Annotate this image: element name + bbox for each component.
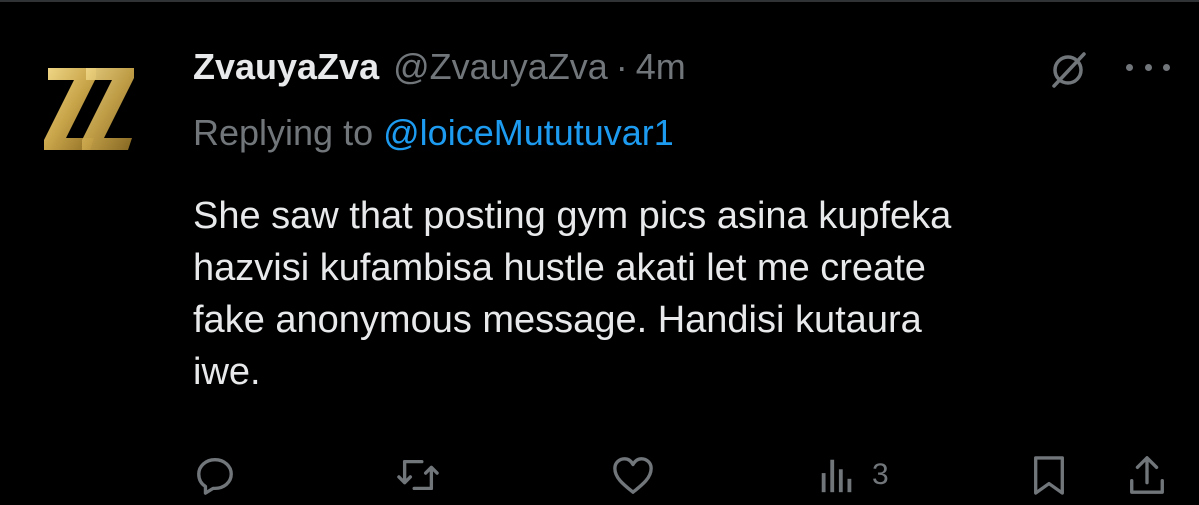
top-divider [0,0,1199,2]
tweet-text-line: iwe. [193,351,261,393]
bookmark-button[interactable] [1030,450,1068,500]
replying-to-label: Replying to [193,112,374,153]
action-bar: 3 [0,450,1199,500]
user-handle[interactable]: @ZvauyaZva [393,44,608,90]
reply-icon [197,458,233,495]
replying-to-line: Replying to @loiceMututuvar1 [193,110,674,156]
bookmark-icon [1034,456,1064,495]
views-button[interactable]: 3 [816,450,889,500]
tweet-text-line: She saw that posting gym pics asina kupf… [193,195,952,237]
grok-icon[interactable] [1046,48,1090,92]
views-icon [821,459,852,493]
more-dot [1163,63,1170,71]
display-name[interactable]: ZvauyaZva [193,44,379,90]
timestamp[interactable]: 4m [636,44,686,90]
more-dot [1126,63,1133,71]
tweet-header: ZvauyaZva @ZvauyaZva · 4m [193,44,686,94]
replying-to-mention[interactable]: @loiceMututuvar1 [383,112,674,153]
share-icon [1130,456,1164,494]
heart-icon [613,457,653,494]
tweet-text: She saw that posting gym pics asina kupf… [193,190,1173,398]
zz-logo-icon [44,68,134,150]
like-button[interactable] [610,450,656,500]
retweet-icon [397,459,439,491]
separator-dot: · [615,46,628,87]
tweet-text-line: hazvisi kufambisa hustle akati let me cr… [193,247,926,289]
avatar[interactable] [34,46,152,176]
reply-button[interactable] [194,450,236,500]
share-button[interactable] [1126,450,1168,500]
views-count: 3 [872,458,889,491]
more-icon[interactable] [1126,52,1170,82]
retweet-button[interactable] [395,450,441,500]
tweet-text-line: fake anonymous message. Handisi kutaura [193,299,922,341]
more-dot [1144,63,1152,71]
